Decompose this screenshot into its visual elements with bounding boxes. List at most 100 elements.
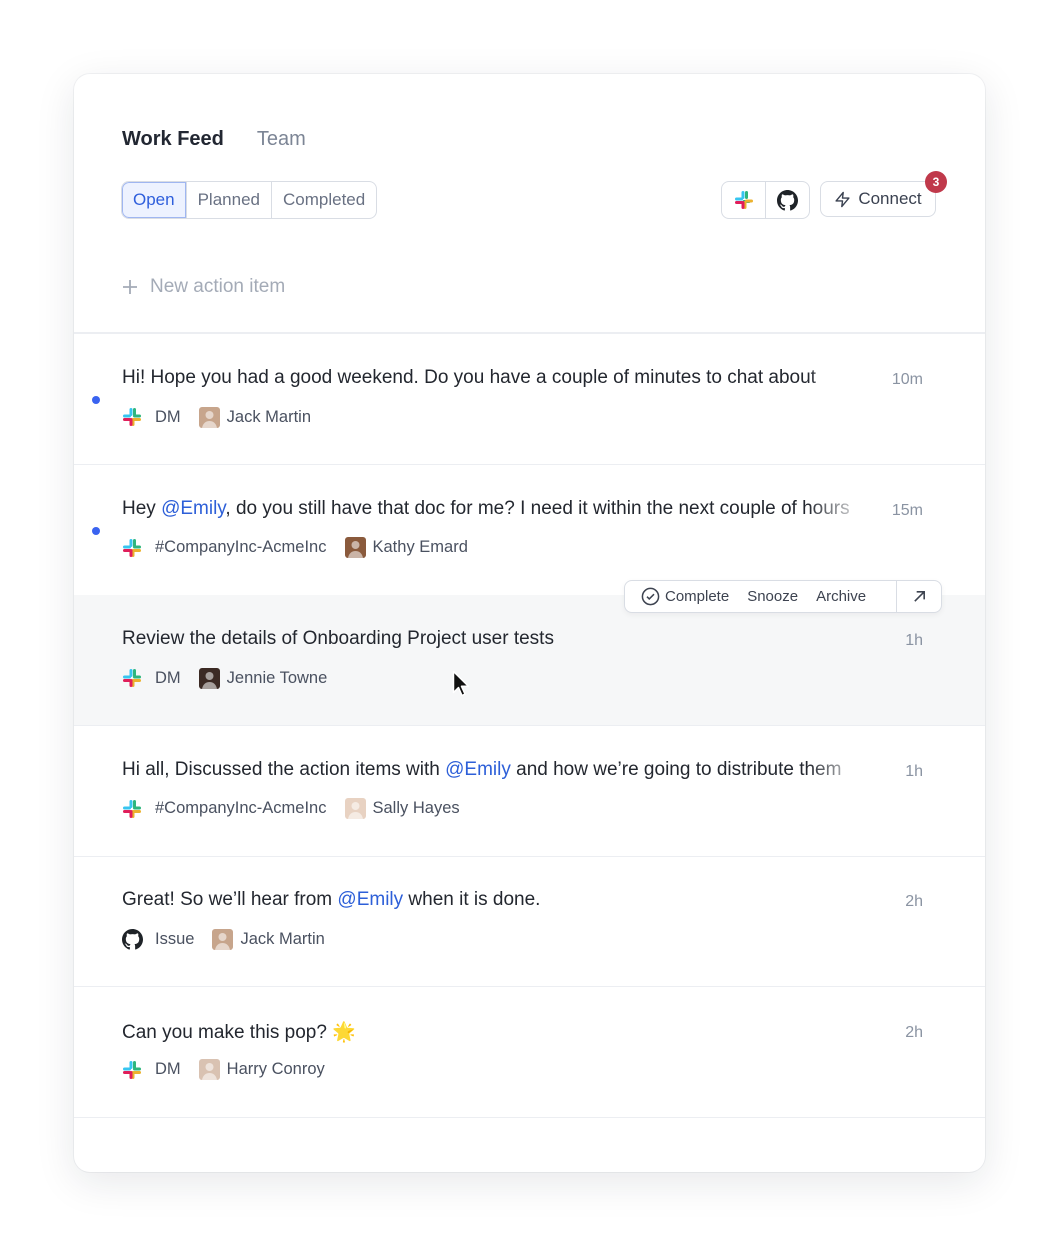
tab-bar: Work Feed Team [122,128,306,151]
feed-item[interactable]: Hey @Emily, do you still have that doc f… [74,465,985,596]
work-feed-card: Work Feed Team Open Planned Completed Co… [74,74,985,1172]
feed-item-message: Hey @Emily, do you still have that doc f… [122,498,867,520]
new-action-item-label: New action item [150,276,286,297]
complete-label: Complete [665,588,730,605]
avatar [198,1059,220,1080]
github-icon [121,928,143,949]
connect-label: Connect [858,189,922,208]
tab-team[interactable]: Team [257,128,306,151]
slack-icon [123,669,141,687]
feed-item-meta: DM Jennie Towne [121,667,327,689]
message-text: Hey [122,497,162,519]
message-text-end: 🌟 [332,1021,356,1043]
feed-item-message: Hi all, Discussed the action items with … [122,759,867,781]
feed-item-person[interactable]: Kathy Emard [373,538,468,557]
feed-item-meta: #CompanyInc-AcmeInc Kathy Emard [121,537,468,559]
person-icon [347,541,363,558]
message-text: Review the details of Onboarding Project… [122,628,554,649]
message-text: Hi! Hope you had a good weekend. Do you … [122,367,816,388]
feed-item-time: 10m [891,371,923,388]
feed-item[interactable]: Hi! Hope you had a good weekend. Do you … [74,334,985,465]
feed-item-message: Great! So we’ll hear from @Emily when it… [122,889,867,911]
avatar [212,928,234,950]
slack-icon [123,799,141,818]
feed-item-meta: Issue Jack Martin [121,928,325,950]
feed-item[interactable]: Review the details of Onboarding Project… [74,595,985,726]
feed-item-time: 15m [891,501,923,519]
row-actions-toolbar: Complete Snooze Archive [624,580,942,613]
message-text-end: and how we’re going to distribute them [510,758,842,780]
plus-icon [123,280,137,294]
source-icon [121,406,143,428]
mention-link[interactable]: @Emily [445,759,511,780]
feed-item-source[interactable]: DM [155,669,181,688]
feed-item-source[interactable]: Issue [155,930,194,949]
mention-link[interactable]: @Emily [337,889,403,910]
archive-button[interactable]: Archive [807,588,875,605]
message-text-end: , do you still have that doc for me? I n… [225,497,850,519]
avatar [198,406,220,428]
github-integration-button[interactable] [765,182,809,218]
feed-item[interactable]: Can you make this pop? 🌟 2h DM Harry Conroy [74,987,985,1118]
slack-icon [123,1060,141,1079]
person-icon [201,671,217,689]
filter-open[interactable]: Open [122,182,186,218]
integrations-group [721,181,810,219]
mouse-cursor-icon [452,670,470,697]
source-icon [121,1059,143,1081]
feed-item-source[interactable]: #CompanyInc-AcmeInc [155,799,327,818]
arrow-up-right-icon [913,591,925,602]
feed-item-meta: #CompanyInc-AcmeInc Sally Hayes [121,798,460,820]
feed-item-person[interactable]: Jack Martin [240,930,324,949]
avatar [198,667,220,689]
source-icon [121,798,143,820]
status-filter: Open Planned Completed [121,181,378,219]
feed-item-person[interactable]: Jennie Towne [227,669,328,688]
filter-planned[interactable]: Planned [185,182,271,218]
tab-work-feed[interactable]: Work Feed [122,128,224,151]
check-circle-icon [641,587,660,606]
message-text-end: when it is done. [403,889,541,910]
connect-button[interactable]: Connect [820,181,936,217]
person-icon [201,1063,217,1080]
complete-button[interactable]: Complete [625,587,738,606]
unread-dot [92,526,100,535]
open-external-button[interactable] [896,581,941,612]
feed-item-time: 2h [905,1023,923,1041]
github-icon [777,189,798,210]
feed-item-source[interactable]: DM [155,408,181,427]
feed-item-time: 1h [905,762,923,780]
slack-integration-button[interactable] [722,182,765,218]
feed-item-time: 2h [905,893,923,910]
unread-dot [92,396,100,404]
feed-item-source[interactable]: #CompanyInc-AcmeInc [155,538,327,557]
slack-icon [123,538,141,557]
feed-item-meta: DM Harry Conroy [121,1059,325,1081]
feed-item-message: Review the details of Onboarding Project… [122,628,867,650]
mention-link[interactable]: @Emily [161,498,225,519]
person-icon [201,410,217,428]
message-text: Can you make this pop? [122,1021,333,1043]
feed-item[interactable]: Hi all, Discussed the action items with … [74,726,985,857]
feed-item[interactable]: Great! So we’ll hear from @Emily when it… [74,856,985,987]
feed-item-meta: DM Jack Martin [121,406,311,428]
source-icon [121,537,143,559]
message-text: Great! So we’ll hear from [122,889,338,910]
feed-item-person[interactable]: Jack Martin [227,408,311,427]
notification-badge: 3 [925,171,947,193]
slack-icon [123,408,141,426]
feed-item-person[interactable]: Sally Hayes [373,799,460,818]
feed-item-source[interactable]: DM [155,1060,181,1079]
lightning-icon [835,191,850,207]
source-icon [121,928,143,950]
filter-completed[interactable]: Completed [270,182,376,218]
message-text: Hi all, Discussed the action items with [122,758,446,780]
feed-item-person[interactable]: Harry Conroy [227,1060,325,1079]
new-action-item[interactable]: New action item [122,276,285,298]
person-icon [347,802,363,819]
snooze-button[interactable]: Snooze [738,588,807,605]
feed-item-time: 1h [905,632,923,649]
avatar [344,798,366,819]
feed-item-message: Can you make this pop? 🌟 [122,1020,867,1044]
avatar [344,537,366,558]
